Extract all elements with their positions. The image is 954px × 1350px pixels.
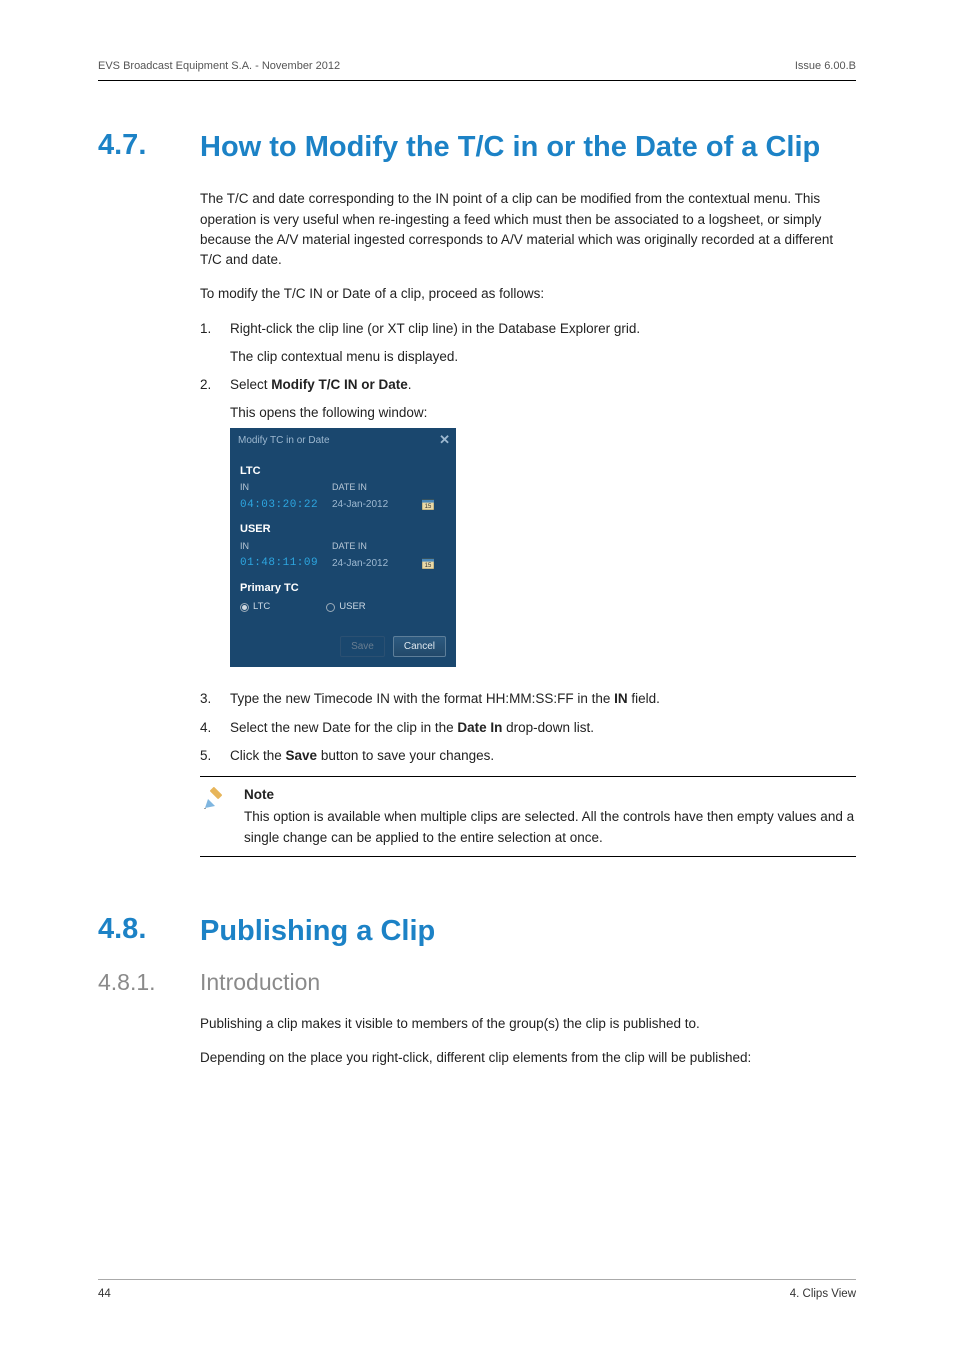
list-number: 3. [200, 689, 216, 709]
section-4-8-heading: 4.8. Publishing a Clip [98, 913, 856, 949]
step-bold-text: Save [286, 748, 318, 763]
paragraph: Depending on the place you right-click, … [200, 1048, 856, 1068]
step-text-part: button to save your changes. [317, 748, 494, 763]
radio-icon [240, 603, 249, 612]
subsection-title: Introduction [200, 969, 320, 996]
ltc-section-label: LTC [240, 463, 446, 480]
user-timecode-field[interactable]: 01:48:11:09 [240, 555, 332, 572]
svg-text:15: 15 [425, 563, 432, 569]
step-text-part: . [408, 377, 412, 392]
paragraph: The T/C and date corresponding to the IN… [200, 189, 856, 270]
step-text-part: Select [230, 377, 271, 392]
in-label: IN [240, 540, 332, 554]
list-number: 1. [200, 319, 216, 368]
footer-rule [98, 1279, 856, 1280]
close-icon[interactable]: ✕ [439, 435, 450, 445]
note-box: Note This option is available when multi… [200, 776, 856, 857]
note-body: This option is available when multiple c… [244, 807, 856, 848]
step-bold-text: Modify T/C IN or Date [271, 377, 408, 392]
user-section-label: USER [240, 521, 446, 538]
date-in-label: DATE IN [332, 481, 414, 495]
step-text-part: Select the new Date for the clip in the [230, 720, 457, 735]
paragraph: Publishing a clip makes it visible to me… [200, 1014, 856, 1034]
step-text-part: field. [628, 691, 660, 706]
modify-tc-dialog: Modify TC in or Date ✕ LTC IN DATE IN [230, 428, 456, 668]
primary-tc-label: Primary TC [240, 580, 446, 597]
primary-tc-user-radio[interactable]: USER [326, 600, 365, 614]
section-number: 4.7. [98, 129, 170, 162]
ltc-date-field[interactable]: 24-Jan-2012 [332, 497, 414, 512]
radio-icon [326, 603, 335, 612]
cancel-button[interactable]: Cancel [393, 636, 446, 657]
save-button[interactable]: Save [340, 636, 385, 657]
section-4-8-1-heading: 4.8.1. Introduction [98, 969, 856, 996]
note-title: Note [244, 785, 856, 805]
header-left-text: EVS Broadcast Equipment S.A. - November … [98, 60, 340, 72]
step-bold-text: IN [614, 691, 628, 706]
step-text: Right-click the clip line (or XT clip li… [230, 321, 640, 336]
step-text-part: Click the [230, 748, 286, 763]
pencil-icon [200, 785, 230, 848]
page-number: 44 [98, 1288, 111, 1300]
list-number: 4. [200, 718, 216, 738]
header-right-text: Issue 6.00.B [795, 60, 856, 72]
ltc-timecode-field[interactable]: 04:03:20:22 [240, 497, 332, 514]
list-number: 2. [200, 375, 216, 681]
section-4-7-heading: 4.7. How to Modify the T/C in or the Dat… [98, 129, 856, 165]
section-title: Publishing a Clip [200, 913, 435, 949]
step-bold-text: Date In [457, 720, 502, 735]
section-number: 4.8. [98, 913, 170, 946]
step-subtext: This opens the following window: [230, 403, 856, 423]
in-label: IN [240, 481, 332, 495]
primary-tc-ltc-radio[interactable]: LTC [240, 600, 270, 614]
user-date-field[interactable]: 24-Jan-2012 [332, 556, 414, 571]
svg-text:15: 15 [425, 504, 432, 510]
date-in-label: DATE IN [332, 540, 414, 554]
step-text-part: drop-down list. [502, 720, 594, 735]
radio-label: LTC [253, 600, 270, 614]
header-rule [98, 80, 856, 81]
radio-label: USER [339, 600, 365, 614]
section-title: How to Modify the T/C in or the Date of … [200, 129, 820, 165]
step-text-part: Type the new Timecode IN with the format… [230, 691, 614, 706]
subsection-number: 4.8.1. [98, 969, 170, 996]
list-number: 5. [200, 746, 216, 766]
calendar-icon[interactable]: 15 [422, 499, 434, 510]
footer-section-label: 4. Clips View [790, 1288, 856, 1300]
calendar-icon[interactable]: 15 [422, 558, 434, 569]
paragraph: To modify the T/C IN or Date of a clip, … [200, 284, 856, 304]
dialog-title: Modify TC in or Date [238, 433, 330, 448]
step-subtext: The clip contextual menu is displayed. [230, 347, 856, 367]
